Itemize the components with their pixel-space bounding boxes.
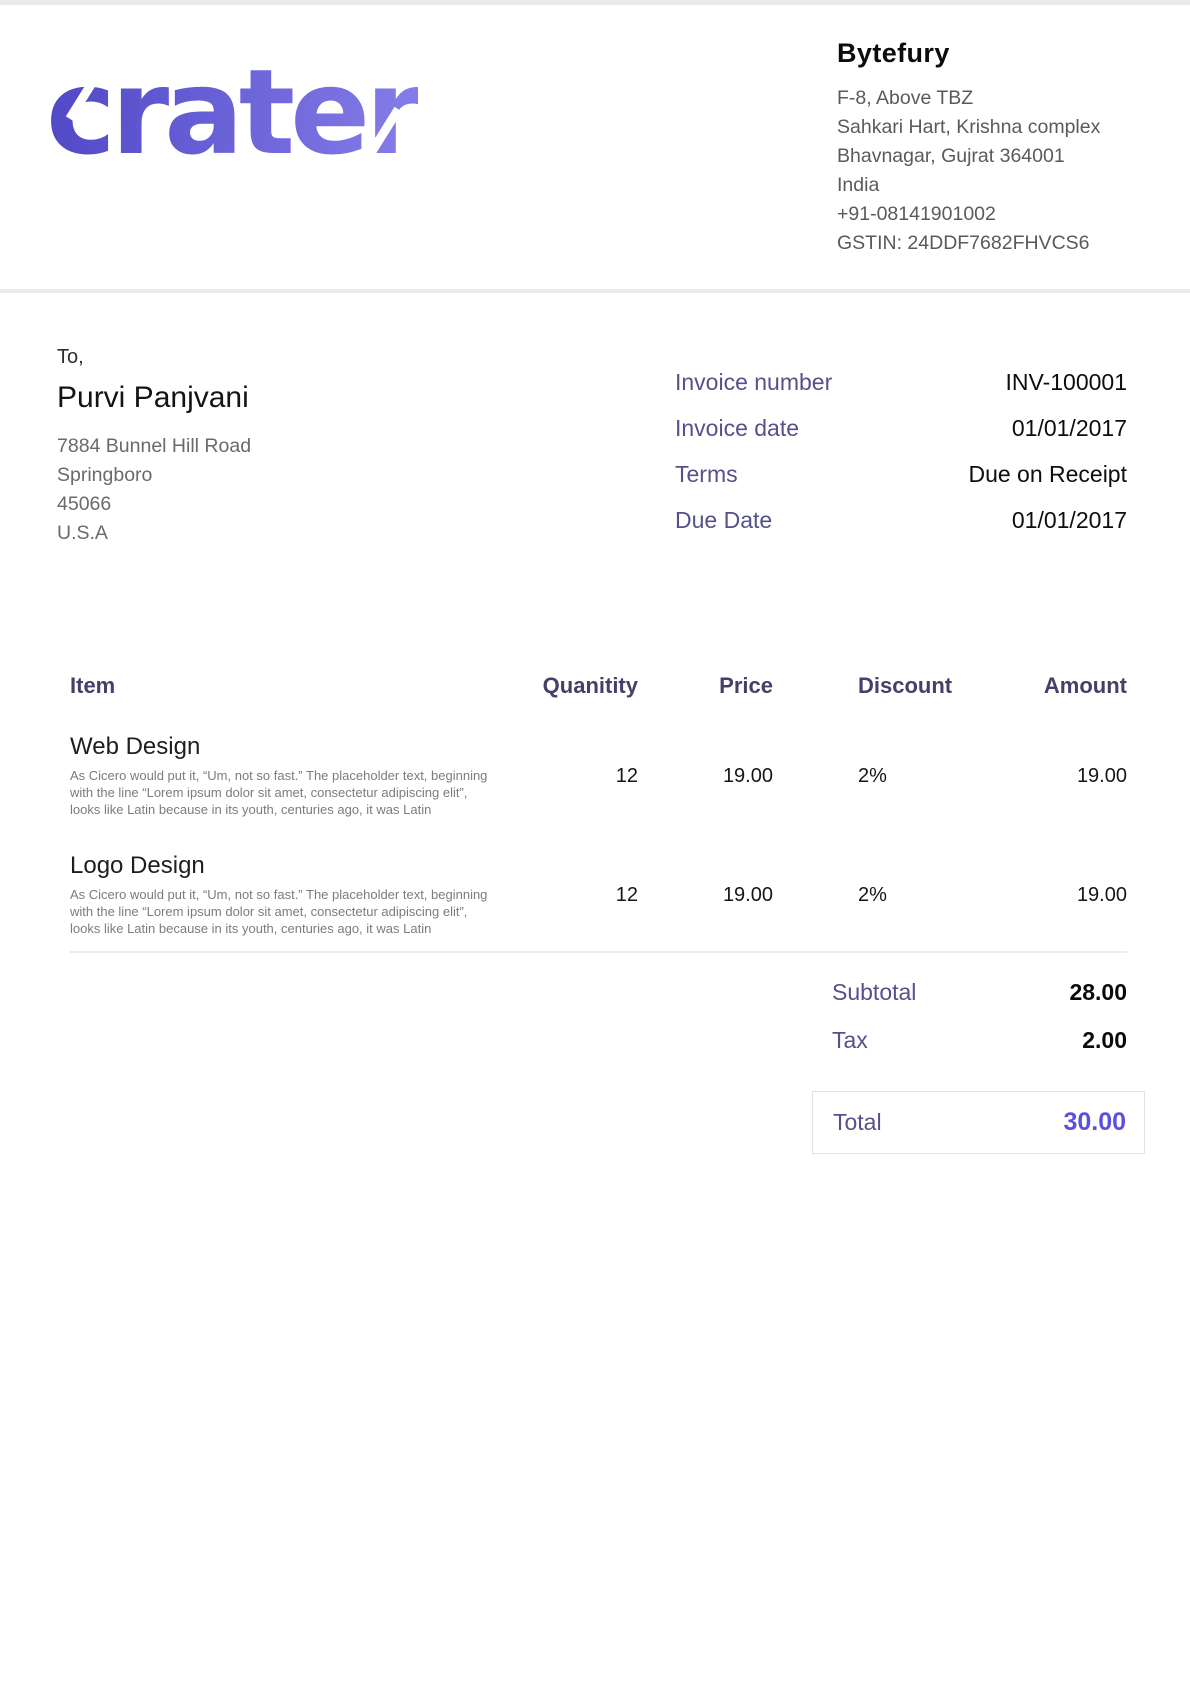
crater-logo: crater [46,53,418,171]
terms-row: Terms Due on Receipt [675,461,1127,488]
crater-logo-text: crater [46,43,418,181]
item-discount: 2% [773,852,965,937]
item-description: As Cicero would put it, “Um, not so fast… [70,767,490,818]
item-price: 19.00 [638,852,773,937]
terms-label: Terms [675,461,738,488]
item-amount: 19.00 [965,852,1127,937]
due-date-row: Due Date 01/01/2017 [675,507,1127,534]
subtotal-row: Subtotal 28.00 [812,979,1145,1006]
total-label: Total [833,1109,882,1136]
tax-row: Tax 2.00 [812,1027,1145,1054]
client-address-line: U.S.A [57,519,251,548]
items-table-header: Item Quanitity Price Discount Amount [70,673,1127,699]
header-discount: Discount [773,673,965,699]
invoice-meta-block: Invoice number INV-100001 Invoice date 0… [675,369,1127,553]
due-date-value: 01/01/2017 [1012,507,1127,534]
item-quantity: 12 [528,733,638,818]
table-row: Logo Design As Cicero would put it, “Um,… [70,852,1127,937]
total-value: 30.00 [1063,1108,1126,1137]
due-date-label: Due Date [675,507,772,534]
header-amount: Amount [965,673,1127,699]
subtotal-value: 28.00 [1069,979,1127,1006]
table-row: Web Design As Cicero would put it, “Um, … [70,733,1127,818]
subtotal-label: Subtotal [832,979,916,1006]
client-address-line: 7884 Bunnel Hill Road [57,432,251,461]
bill-to-salutation: To, [57,346,251,369]
items-table: Item Quanitity Price Discount Amount Web… [70,673,1127,953]
total-box: Total 30.00 [812,1091,1145,1154]
tax-label: Tax [832,1027,868,1054]
item-name: Logo Design [70,852,528,880]
client-name: Purvi Panjvani [57,381,251,415]
company-address-line: Sahkari Hart, Krishna complex [837,113,1142,142]
item-cell: Logo Design As Cicero would put it, “Um,… [70,852,528,937]
tax-value: 2.00 [1082,1027,1127,1054]
company-address-line: Bhavnagar, Gujrat 364001 [837,142,1142,171]
invoice-date-label: Invoice date [675,415,799,442]
billing-and-meta-section: To, Purvi Panjvani 7884 Bunnel Hill Road… [0,293,1190,553]
invoice-number-row: Invoice number INV-100001 [675,369,1127,396]
company-gstin: GSTIN: 24DDF7682FHVCS6 [837,229,1142,258]
invoice-number-value: INV-100001 [1006,369,1127,396]
item-cell: Web Design As Cicero would put it, “Um, … [70,733,528,818]
company-phone: +91-08141901002 [837,200,1142,229]
item-name: Web Design [70,733,528,761]
invoice-number-label: Invoice number [675,369,832,396]
invoice-date-value: 01/01/2017 [1012,415,1127,442]
invoice-date-row: Invoice date 01/01/2017 [675,415,1127,442]
header-price: Price [638,673,773,699]
company-address-line: India [837,171,1142,200]
item-discount: 2% [773,733,965,818]
invoice-header: crater Bytefury F-8, Above TBZ Sahkari H… [0,5,1190,293]
client-address-line: 45066 [57,490,251,519]
bill-to-block: To, Purvi Panjvani 7884 Bunnel Hill Road… [57,346,251,553]
company-address-line: F-8, Above TBZ [837,84,1142,113]
item-amount: 19.00 [965,733,1127,818]
client-address-line: Springboro [57,461,251,490]
item-price: 19.00 [638,733,773,818]
invoice-document: { "colors": { "accent": "#5A4FE0", "labe… [0,0,1190,1684]
header-quantity: Quanitity [528,673,638,699]
item-description: As Cicero would put it, “Um, not so fast… [70,886,490,937]
company-info-block: Bytefury F-8, Above TBZ Sahkari Hart, Kr… [837,38,1142,258]
company-name: Bytefury [837,38,1142,69]
header-item: Item [70,673,528,699]
terms-value: Due on Receipt [968,461,1127,488]
item-quantity: 12 [528,852,638,937]
totals-section: Subtotal 28.00 Tax 2.00 Total 30.00 [812,979,1145,1154]
